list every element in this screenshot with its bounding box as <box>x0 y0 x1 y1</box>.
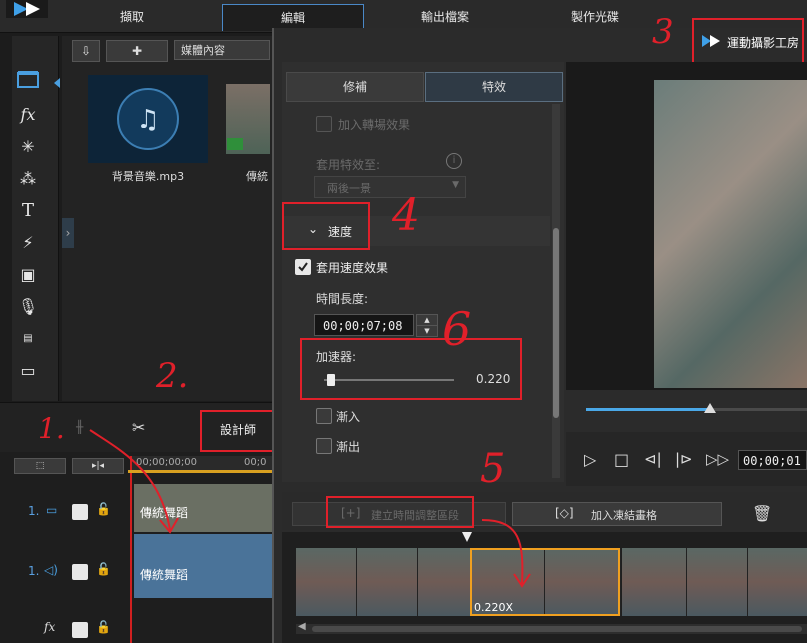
filmstrip-frame <box>296 548 357 616</box>
tab-produce[interactable]: 輸出檔案 <box>370 4 520 30</box>
annotation-box-2 <box>200 410 274 452</box>
annotation-number: 2. <box>156 356 189 396</box>
import-media-button[interactable]: ⇩ <box>72 40 100 62</box>
next-frame-icon[interactable]: |⊳ <box>675 450 693 468</box>
transition-room-icon[interactable]: ⚡ <box>14 230 42 256</box>
fx-room-icon[interactable]: fx <box>14 102 42 128</box>
annotation-number: 5 <box>480 446 506 492</box>
annotation-box-6 <box>300 338 522 400</box>
apply-speed-label: 套用速度效果 <box>316 261 389 275</box>
play-icon[interactable]: ▷ <box>584 450 596 469</box>
add-transition-label: 加入轉場效果 <box>338 118 411 132</box>
annotation-number: 4 <box>392 190 420 241</box>
preview-progress-thumb[interactable] <box>704 403 716 413</box>
app-logo-icon <box>6 0 48 18</box>
track-lock-icon[interactable]: 🔓 <box>96 562 111 576</box>
stop-icon[interactable]: □ <box>614 450 629 469</box>
filmstrip-scrollbar[interactable]: ◀ <box>296 621 807 634</box>
tab-edit[interactable]: 編輯 <box>222 4 364 31</box>
delete-trash-icon[interactable]: 🗑 <box>752 504 772 523</box>
filmstrip-frame <box>418 548 471 616</box>
tab-fix[interactable]: 修補 <box>286 72 424 102</box>
apply-effect-dropdown: 兩後一景 ▼ <box>314 176 466 198</box>
title-room-icon[interactable]: T <box>14 198 42 224</box>
annotation-number: 3 <box>652 12 674 52</box>
plugin-button[interactable]: ✚ <box>106 40 168 62</box>
info-icon: i <box>446 153 462 169</box>
library-item-label: 背景音樂.mp3 <box>111 170 185 183</box>
tab-effects[interactable]: 特效 <box>425 72 563 102</box>
panel-scrollbar[interactable] <box>552 104 560 478</box>
annotation-box-4 <box>282 202 370 250</box>
track-enable-checkbox[interactable] <box>72 564 88 580</box>
video-badge-icon <box>227 138 243 150</box>
pip-room-icon[interactable]: ✳ <box>14 134 42 160</box>
ruler-time: 00;0 <box>244 457 267 468</box>
previous-frame-icon[interactable]: ⊲| <box>644 450 662 468</box>
expand-panel-button[interactable]: › <box>62 218 74 248</box>
video-track-label: 1. <box>28 504 40 518</box>
filmstrip-frame <box>687 548 748 616</box>
clip-speed-badge: 0.220X <box>474 601 514 614</box>
audio-mixing-room-icon[interactable]: ▣ <box>14 262 42 288</box>
subtitle-room-icon[interactable]: ▭ <box>14 358 42 384</box>
clip-label: 傳統舞蹈 <box>140 568 189 582</box>
annotation-box-5 <box>326 496 474 528</box>
add-freeze-frame-label: 加入凍結畫格 <box>591 509 657 522</box>
duration-input[interactable]: 00;00;07;08 <box>314 314 414 336</box>
apply-speed-checkbox[interactable] <box>295 259 311 275</box>
audio-track-icon: ◁) <box>44 563 58 577</box>
ease-in-checkbox[interactable] <box>316 408 332 424</box>
particle-room-icon[interactable]: ⁂ <box>14 166 42 192</box>
freeze-frame-icon: [◇] <box>555 506 574 520</box>
checkmark-icon <box>298 262 308 272</box>
chapter-room-icon[interactable]: ▤ <box>14 326 42 352</box>
ease-out-label: 漸出 <box>336 440 361 454</box>
track-enable-checkbox[interactable] <box>72 622 88 638</box>
audio-clip[interactable]: 傳統舞蹈 <box>134 534 272 598</box>
playback-time[interactable]: 00;00;01 <box>738 450 807 470</box>
tab-capture[interactable]: 擷取 <box>62 4 202 30</box>
voiceover-room-icon[interactable]: 🎙 <box>14 294 42 320</box>
panel-scroll-thumb[interactable] <box>553 228 559 418</box>
annotation-arrow-icon <box>481 519 531 588</box>
fx-track-icon: fx <box>44 620 56 634</box>
fast-forward-icon[interactable]: ▷▷ <box>706 450 729 468</box>
filmstrip-frame <box>622 548 687 616</box>
track-lock-icon[interactable]: 🔓 <box>96 620 111 634</box>
ease-out-checkbox[interactable] <box>316 438 332 454</box>
preview-video-frame[interactable] <box>654 80 807 388</box>
preview-progress-fill <box>586 408 710 411</box>
annotation-number: 6 <box>442 302 472 356</box>
duration-label: 時間長度: <box>316 292 369 306</box>
dropdown-arrow-icon: ▼ <box>452 180 459 190</box>
active-room-pointer-icon <box>54 78 60 88</box>
add-transition-checkbox <box>316 116 332 132</box>
media-content-dropdown[interactable]: 媒體內容 <box>174 40 270 60</box>
apply-effect-to-label: 套用特效至: <box>316 158 381 172</box>
track-view-button[interactable]: ⬚ <box>14 458 66 474</box>
media-room-icon[interactable] <box>14 70 42 96</box>
dropdown-value: 兩後一景 <box>327 182 371 195</box>
scroll-left-icon[interactable]: ◀ <box>298 621 306 632</box>
ease-in-label: 漸入 <box>336 410 361 424</box>
tab-create-disc[interactable]: 製作光碟 <box>520 4 670 30</box>
filmstrip-frame <box>748 548 807 616</box>
duration-down-button[interactable]: ▼ <box>416 325 438 337</box>
music-thumbnail[interactable]: ♫ <box>88 75 208 163</box>
annotation-box-3 <box>692 18 804 68</box>
music-note-icon: ♫ <box>117 88 179 150</box>
svg-text:♫: ♫ <box>136 105 159 135</box>
video-track-icon: ▭ <box>46 503 58 517</box>
filmstrip-scroll-thumb[interactable] <box>312 626 802 632</box>
annotation-arrow-icon <box>89 429 179 534</box>
filmstrip-marker-icon[interactable] <box>462 532 472 542</box>
filmstrip-frame <box>357 548 418 616</box>
audio-track-label: 1. <box>28 564 40 578</box>
